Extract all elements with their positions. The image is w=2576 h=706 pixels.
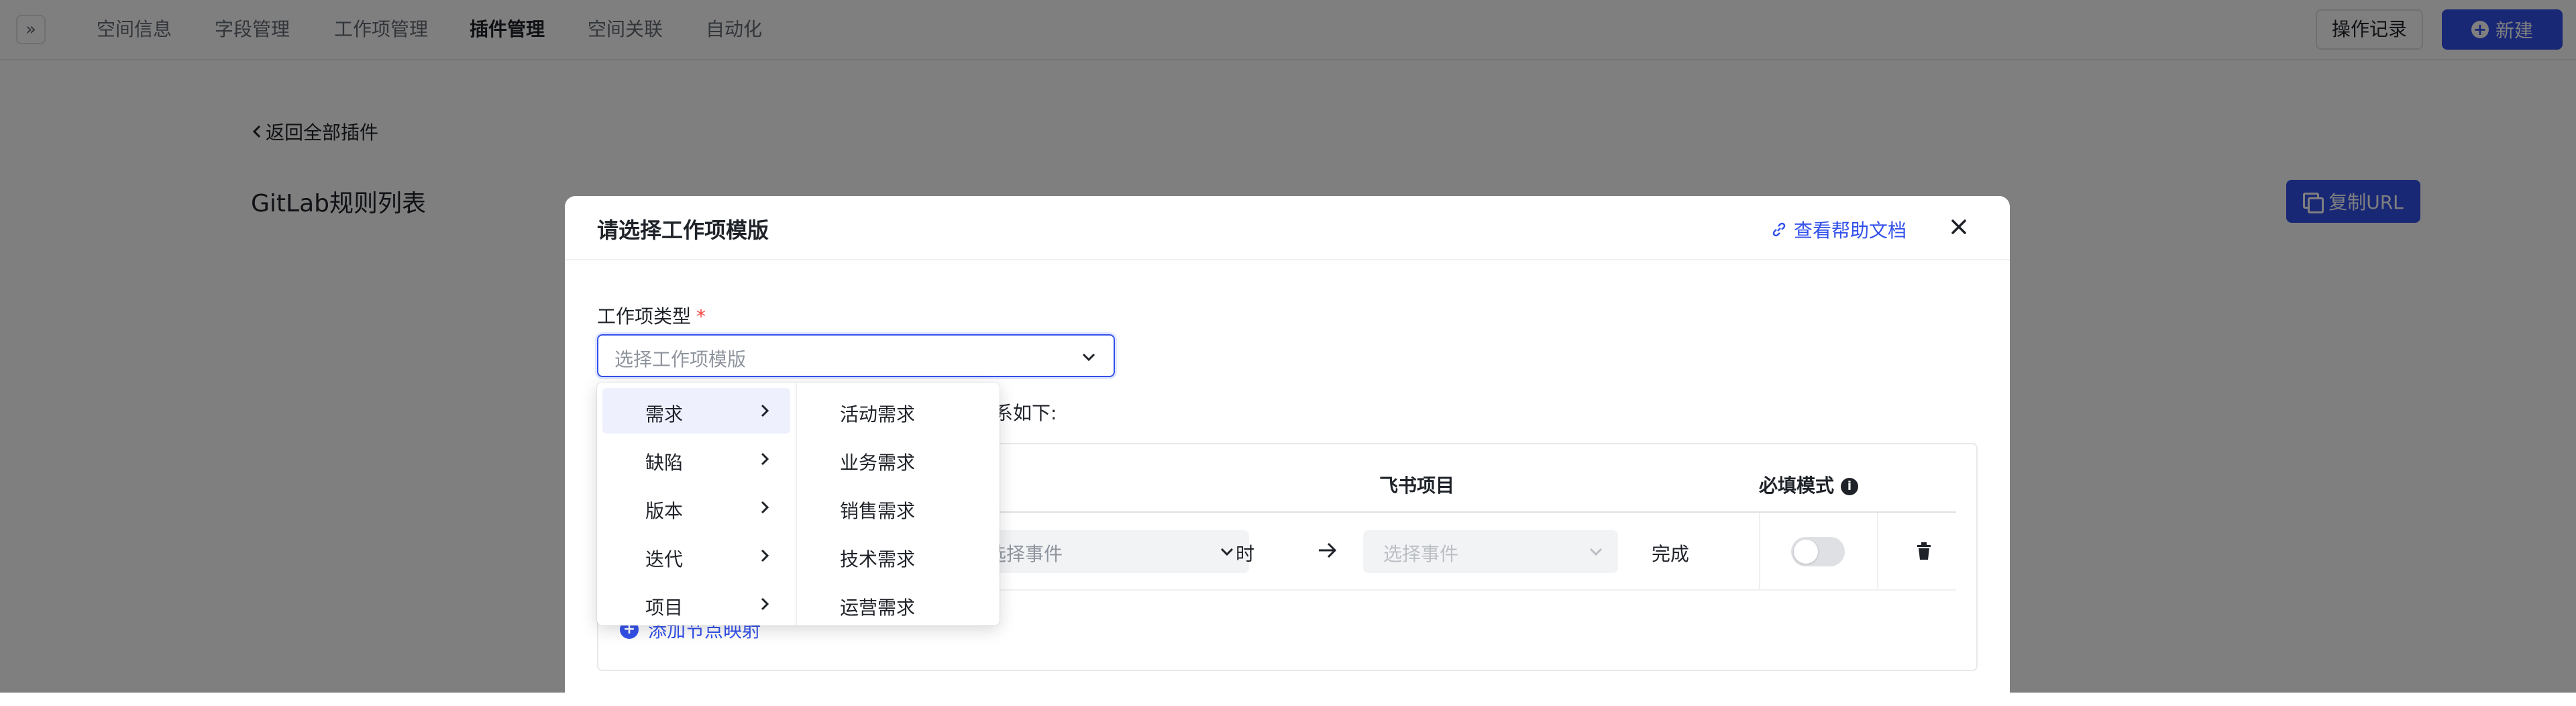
source-event-select[interactable]: 选择事件	[987, 530, 1249, 573]
toggle-knob	[1794, 540, 1818, 564]
help-docs-link[interactable]: 查看帮助文档	[1771, 216, 1907, 243]
chevron-down-icon	[1589, 548, 1603, 556]
cascader-item-bug[interactable]: 缺陷	[602, 436, 790, 482]
modal-header: 请选择工作项模版 查看帮助文档	[565, 196, 2010, 260]
close-button[interactable]	[1943, 211, 1975, 243]
chevron-right-icon	[761, 404, 769, 417]
cascader-subitem-tech-requirement[interactable]: 技术需求	[802, 533, 994, 578]
cascader-item-requirement[interactable]: 需求	[602, 388, 790, 434]
cascader-subitem-sales-requirement[interactable]: 销售需求	[802, 485, 994, 530]
column-header-feishu: 飞书项目	[1379, 474, 1455, 497]
work-item-type-label: 工作项类型 *	[597, 305, 706, 327]
cascader-level1-list: 需求 缺陷 版本 迭代 项目	[597, 383, 796, 625]
required-mark: *	[696, 305, 706, 327]
trash-icon[interactable]	[1915, 541, 1933, 561]
work-item-type-cascader: 需求 缺陷 版本 迭代 项目 活动需求 业务需求 销售需求 技术需求 运营需求	[597, 383, 1000, 625]
target-event-placeholder: 选择事件	[1383, 543, 1459, 565]
select-placeholder: 选择工作项模版	[614, 348, 747, 370]
modal-title: 请选择工作项模版	[597, 217, 769, 243]
chevron-down-icon	[1082, 353, 1095, 362]
column-header-required: 必填模式 i	[1759, 471, 1859, 498]
arrow-right-icon	[1319, 542, 1337, 558]
cascader-level2-list: 活动需求 业务需求 销售需求 技术需求 运营需求	[797, 383, 1000, 625]
chevron-right-icon	[761, 549, 769, 562]
cell-divider	[1759, 513, 1760, 589]
close-icon	[1951, 219, 1966, 234]
done-label: 完成	[1652, 543, 1690, 565]
link-icon	[1772, 222, 1786, 237]
chevron-right-icon	[761, 501, 769, 514]
mapping-description: 系如下:	[994, 402, 1057, 424]
target-event-select[interactable]: 选择事件	[1363, 530, 1618, 573]
cascader-subitem-business-requirement[interactable]: 业务需求	[802, 436, 994, 482]
chevron-down-icon	[1220, 548, 1234, 556]
help-docs-label: 查看帮助文档	[1794, 219, 1907, 242]
cascader-item-iteration[interactable]: 迭代	[602, 533, 790, 578]
required-mode-toggle[interactable]	[1791, 537, 1845, 566]
cascader-subitem-ops-requirement[interactable]: 运营需求	[802, 581, 994, 625]
cascader-item-project[interactable]: 项目	[602, 581, 790, 625]
cascader-item-version[interactable]: 版本	[602, 485, 790, 530]
cascader-subitem-activity-requirement[interactable]: 活动需求	[802, 388, 994, 434]
when-label: 时	[1236, 543, 1255, 565]
chevron-right-icon	[761, 452, 769, 466]
work-item-template-select[interactable]: 选择工作项模版	[597, 334, 1115, 377]
chevron-right-icon	[761, 597, 769, 611]
cell-divider	[1877, 513, 1878, 589]
info-icon[interactable]: i	[1841, 478, 1859, 495]
